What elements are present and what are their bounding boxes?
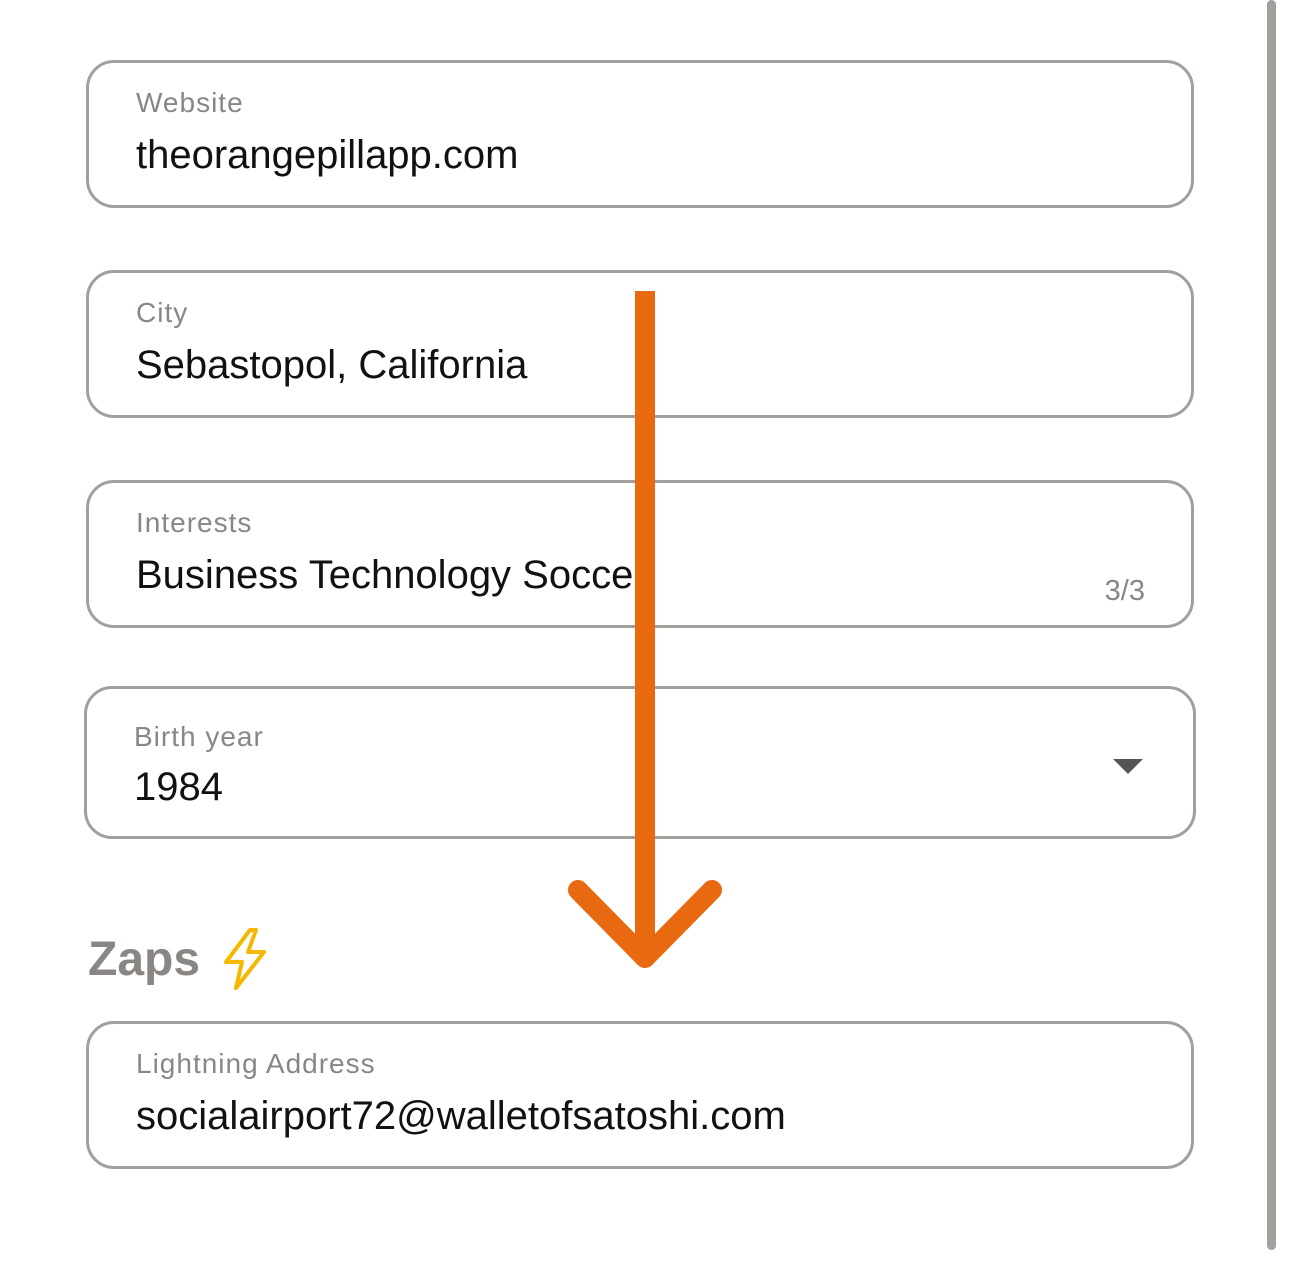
interests-field[interactable]: Interests Business Technology Soccer 3/3 — [86, 480, 1194, 628]
city-label: City — [136, 297, 189, 328]
lightning-address-value[interactable]: socialairport72@walletofsatoshi.com — [136, 1094, 786, 1139]
birth-year-label: Birth year — [134, 721, 264, 752]
profile-edit-page: Website theorangepillapp.com City Sebast… — [0, 0, 1290, 1283]
website-label: Website — [136, 87, 244, 118]
birth-year-value[interactable]: 1984 — [134, 765, 223, 810]
zaps-title: Zaps — [88, 932, 201, 986]
city-value[interactable]: Sebastopol, California — [136, 343, 527, 388]
caret-down-icon[interactable] — [1113, 759, 1143, 774]
birth-year-select[interactable]: Birth year 1984 — [84, 686, 1196, 839]
interests-label: Interests — [136, 507, 253, 538]
interests-value[interactable]: Business Technology Soccer — [136, 553, 647, 598]
lightning-bolt-icon — [224, 928, 267, 990]
scrollbar[interactable] — [1267, 0, 1276, 1250]
website-field[interactable]: Website theorangepillapp.com — [86, 60, 1194, 208]
city-field[interactable]: City Sebastopol, California — [86, 270, 1194, 418]
zaps-section-header: Zaps — [88, 928, 270, 990]
website-value[interactable]: theorangepillapp.com — [136, 133, 518, 178]
interests-counter: 3/3 — [1104, 575, 1145, 607]
lightning-address-field[interactable]: Lightning Address socialairport72@wallet… — [86, 1021, 1194, 1169]
lightning-address-label: Lightning Address — [136, 1048, 376, 1079]
